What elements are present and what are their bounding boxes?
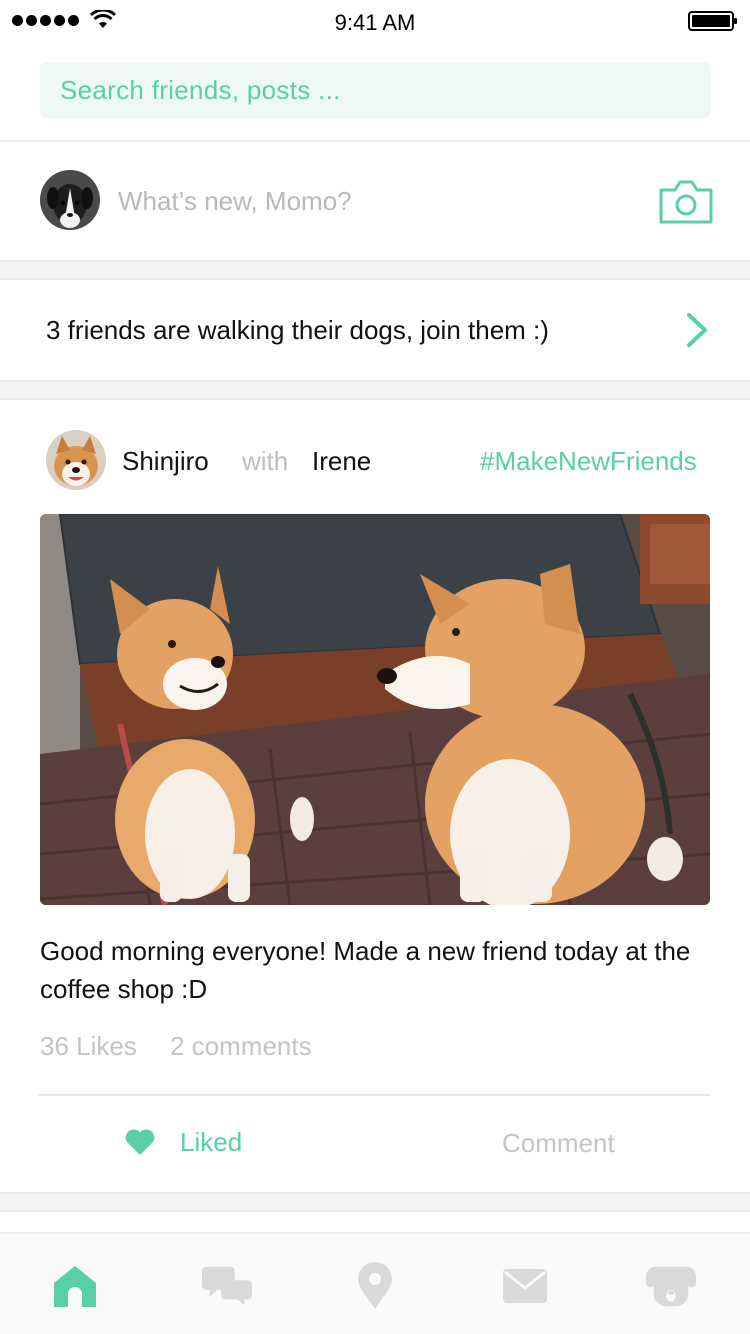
section-separator	[0, 380, 750, 400]
tab-chat[interactable]	[202, 1262, 252, 1310]
post-caption: Good morning everyone! Made a new friend…	[40, 936, 691, 1004]
section-separator	[0, 260, 750, 280]
search-input[interactable]: Search friends, posts ...	[40, 62, 710, 118]
like-button[interactable]: Liked	[124, 1122, 242, 1162]
tagged-friend-name[interactable]: Irene	[312, 446, 371, 477]
tab-home[interactable]	[50, 1262, 100, 1310]
tab-messages[interactable]	[500, 1262, 550, 1310]
post-composer[interactable]: What’s new, Momo?	[0, 142, 750, 260]
chat-icon	[202, 1266, 252, 1306]
location-pin-icon	[358, 1262, 392, 1309]
comments-count[interactable]: 2 comments	[170, 1031, 312, 1062]
chevron-right-icon[interactable]	[684, 312, 710, 348]
post-hashtag[interactable]: #MakeNewFriends	[480, 446, 697, 477]
status-time: 9:41 AM	[334, 10, 416, 35]
tab-map[interactable]	[350, 1262, 400, 1310]
dog-profile-icon	[646, 1266, 696, 1307]
heart-icon	[125, 1129, 155, 1155]
tab-bar	[0, 1232, 750, 1334]
likes-count[interactable]: 36 Likes	[40, 1031, 137, 1062]
battery-icon	[688, 11, 737, 31]
post-photo[interactable]	[40, 514, 710, 905]
like-label: Liked	[180, 1126, 243, 1157]
status-bar: 9:41 AM	[0, 0, 750, 44]
mail-icon	[503, 1269, 547, 1303]
post-author-avatar[interactable]	[46, 430, 106, 490]
post-author-name[interactable]: Shinjiro	[122, 446, 209, 477]
tab-profile[interactable]	[646, 1262, 696, 1310]
with-label: with	[242, 446, 289, 476]
comment-button[interactable]: Comment	[502, 1128, 615, 1159]
friends-walking-text: 3 friends are walking their dogs, join t…	[46, 315, 549, 345]
search-placeholder: Search friends, posts ...	[60, 74, 341, 105]
home-icon	[54, 1266, 96, 1307]
composer-placeholder: What’s new, Momo?	[118, 186, 352, 216]
camera-icon[interactable]	[658, 178, 714, 226]
friends-walking-banner[interactable]: 3 friends are walking their dogs, join t…	[0, 280, 750, 380]
user-avatar[interactable]	[40, 170, 100, 230]
divider	[38, 1094, 710, 1096]
section-separator	[0, 1192, 750, 1212]
